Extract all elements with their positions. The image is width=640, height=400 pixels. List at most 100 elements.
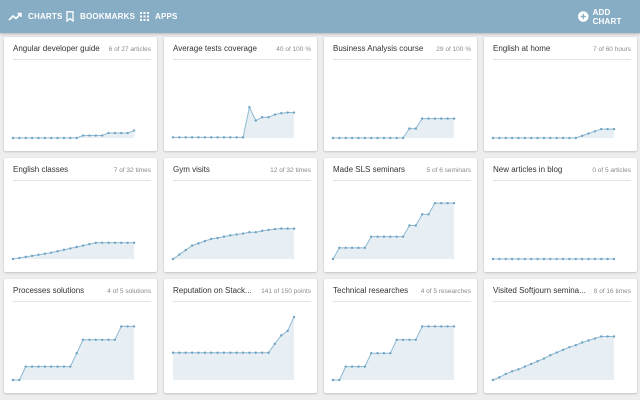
data-point <box>113 131 117 135</box>
chart-card[interactable]: Reputation on Stack... 141 of 150 points <box>164 279 317 393</box>
progress-area-chart <box>11 241 136 261</box>
chart-card[interactable]: Technical researches 4 of 5 researches <box>324 279 477 393</box>
data-point <box>280 334 283 337</box>
data-point <box>510 136 514 140</box>
data-point <box>229 234 232 237</box>
data-point <box>600 335 603 338</box>
data-point <box>427 117 430 120</box>
data-point <box>241 232 245 235</box>
chart-card[interactable]: Visited Softjourn semina... 8 of 16 times <box>484 279 637 393</box>
data-point <box>401 136 405 140</box>
data-point <box>498 136 501 140</box>
chart-card[interactable]: English classes 7 of 32 times <box>4 158 157 272</box>
data-point <box>197 136 200 139</box>
apps-grid-icon <box>140 12 149 21</box>
data-point <box>561 348 565 352</box>
data-point <box>555 257 558 261</box>
chart-card[interactable]: Gym visits 12 of 32 times <box>164 158 317 272</box>
data-point <box>510 257 514 261</box>
data-point <box>171 257 175 261</box>
chart-card-header: Reputation on Stack... 141 of 150 points <box>173 285 311 302</box>
data-point <box>382 136 386 140</box>
data-point <box>408 338 411 341</box>
data-point <box>376 136 379 140</box>
data-point <box>357 136 360 140</box>
data-point <box>292 315 296 319</box>
chart-card[interactable]: Angular developer guide 6 of 27 articles <box>4 37 157 151</box>
data-point <box>286 329 289 333</box>
chart-progress: 29 of 100 % <box>436 46 471 53</box>
data-point <box>280 227 283 230</box>
data-point <box>440 117 443 120</box>
chart-title: New articles in blog <box>493 165 563 174</box>
data-point <box>254 119 257 122</box>
progress-area-chart <box>331 325 456 382</box>
nav-apps[interactable]: APPS <box>140 0 178 33</box>
chart-title: Business Analysis course <box>333 44 424 53</box>
data-point <box>523 136 527 140</box>
data-point <box>389 136 392 140</box>
data-point <box>184 136 187 139</box>
series-area <box>493 129 614 138</box>
nav-charts[interactable]: CHARTS <box>8 0 63 33</box>
data-point <box>50 136 53 140</box>
add-chart-button[interactable]: ADD CHART <box>578 0 640 33</box>
data-point <box>56 136 59 140</box>
data-point <box>561 257 565 261</box>
data-point <box>248 351 251 354</box>
data-point <box>62 248 66 252</box>
nav-bookmarks[interactable]: BOOKMARKS <box>66 0 135 33</box>
data-point <box>235 351 238 354</box>
data-point <box>18 136 21 140</box>
data-point <box>56 365 59 368</box>
progress-area-chart <box>11 325 136 382</box>
chart-card[interactable]: Made SLS seminars 5 of 6 seminars <box>324 158 477 272</box>
data-point <box>600 257 603 261</box>
series-area <box>173 228 294 259</box>
series-area <box>13 326 134 380</box>
chart-title: English at home <box>493 44 551 53</box>
chart-progress: 7 of 32 times <box>113 167 151 174</box>
chart-card[interactable]: English at home 7 of 60 hours <box>484 37 637 151</box>
chart-card[interactable]: New articles in blog 0 of 5 articles <box>484 158 637 272</box>
data-point <box>574 257 577 261</box>
data-point <box>517 257 520 261</box>
chart-card-header: Average tests coverage 40 of 100 % <box>173 43 311 60</box>
chart-card[interactable]: Average tests coverage 40 of 100 % <box>164 37 317 151</box>
data-point <box>580 341 584 344</box>
data-point <box>18 256 21 260</box>
chart-card[interactable]: Business Analysis course 29 of 100 % <box>324 37 477 151</box>
data-point <box>248 105 251 109</box>
data-point <box>420 213 424 216</box>
data-point <box>50 365 53 368</box>
chart-title: Angular developer guide <box>13 44 100 53</box>
data-point <box>357 365 360 368</box>
data-point <box>267 116 270 119</box>
chart-progress: 4 of 5 researches <box>420 288 471 295</box>
data-point <box>370 235 373 238</box>
data-point <box>203 136 207 139</box>
data-point <box>504 136 507 140</box>
data-point <box>440 325 443 328</box>
data-point <box>401 235 405 238</box>
progress-area-chart <box>491 257 616 261</box>
data-point <box>94 241 97 244</box>
data-point <box>370 136 373 140</box>
data-point <box>260 351 264 354</box>
data-point <box>190 136 194 139</box>
data-point <box>574 136 577 140</box>
chart-card[interactable]: Processes solutions 4 of 5 solutions <box>4 279 157 393</box>
data-point <box>344 365 347 368</box>
data-point <box>216 136 219 139</box>
data-point <box>88 242 91 246</box>
data-point <box>600 127 603 131</box>
data-point <box>107 131 110 135</box>
data-point <box>420 325 424 328</box>
data-point <box>120 325 123 328</box>
data-point <box>292 227 296 230</box>
top-app-bar: CHARTS BOOKMARKS APPS ADD CHART <box>0 0 640 33</box>
data-point <box>210 136 213 139</box>
data-point <box>11 257 15 261</box>
data-point <box>523 365 527 368</box>
data-point <box>69 247 72 250</box>
